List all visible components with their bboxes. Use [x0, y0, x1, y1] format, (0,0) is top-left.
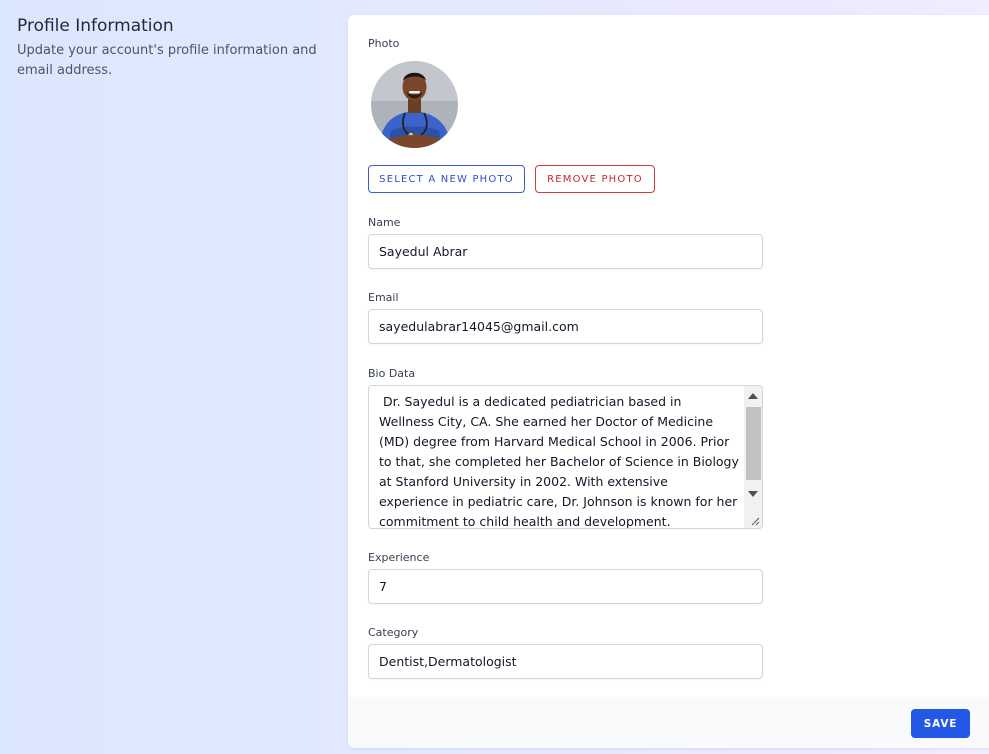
category-value: Dentist,Dermatologist: [379, 654, 517, 669]
scroll-up-icon[interactable]: [748, 393, 758, 399]
name-label: Name: [368, 216, 401, 229]
bio-label: Bio Data: [368, 367, 416, 380]
select-photo-button[interactable]: SELECT A NEW PHOTO: [368, 165, 525, 193]
avatar-photo: [371, 61, 458, 148]
name-input[interactable]: Sayedul Abrar: [368, 234, 763, 269]
email-label: Email: [368, 291, 399, 304]
experience-input[interactable]: 7: [368, 569, 763, 604]
category-label: Category: [368, 626, 419, 639]
experience-label: Experience: [368, 551, 430, 564]
name-value: Sayedul Abrar: [379, 244, 468, 259]
remove-photo-button[interactable]: REMOVE PHOTO: [535, 165, 655, 193]
form-footer: [348, 697, 989, 748]
experience-value: 7: [379, 579, 387, 594]
scroll-down-icon[interactable]: [748, 491, 758, 497]
resize-handle-icon[interactable]: [750, 516, 760, 526]
scroll-thumb[interactable]: [746, 407, 761, 480]
email-input[interactable]: sayedulabrar14045@gmail.com: [368, 309, 763, 344]
bio-scrollbar[interactable]: [744, 386, 762, 528]
save-button[interactable]: SAVE: [911, 709, 970, 738]
section-title: Profile Information: [17, 16, 174, 36]
bio-text: Dr. Sayedul is a dedicated pediatrician …: [379, 394, 743, 529]
bio-textarea[interactable]: Dr. Sayedul is a dedicated pediatrician …: [368, 385, 763, 529]
photo-label: Photo: [368, 37, 400, 50]
section-description: Update your account's profile informatio…: [17, 43, 317, 78]
avatar[interactable]: [371, 61, 458, 148]
email-value: sayedulabrar14045@gmail.com: [379, 319, 579, 334]
category-input[interactable]: Dentist,Dermatologist: [368, 644, 763, 679]
